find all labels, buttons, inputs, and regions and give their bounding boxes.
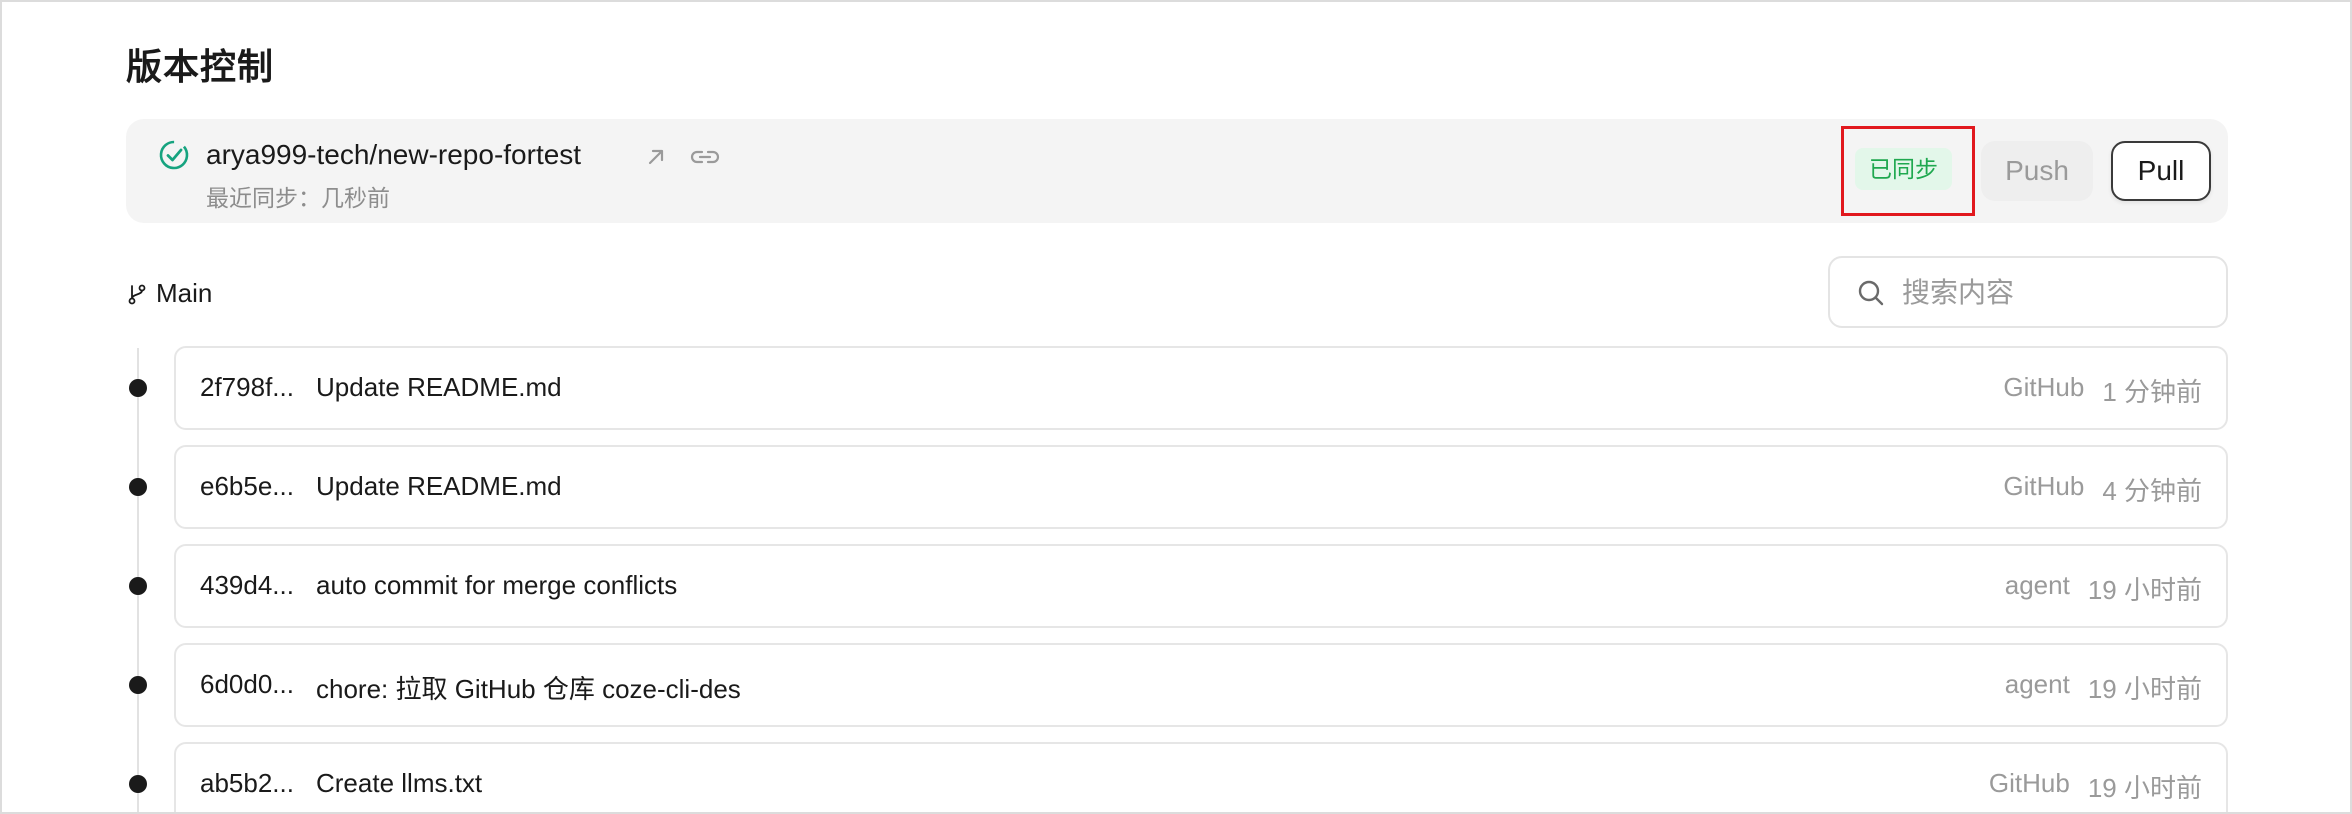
commit-meta: GitHub 4 分钟前 — [2003, 471, 2202, 508]
page-title: 版本控制 — [126, 46, 275, 87]
commit-meta: GitHub 19 小时前 — [1989, 768, 2202, 805]
commit-row[interactable]: 439d4... auto commit for merge conflicts… — [174, 544, 2228, 628]
commit-message: chore: 拉取 GitHub 仓库 coze-cli-des — [316, 674, 741, 704]
commit-message: Create llms.txt — [316, 768, 483, 798]
branch-selector[interactable]: Main — [126, 278, 212, 309]
commit-hash[interactable]: e6b5e... — [200, 471, 294, 502]
search-icon — [1858, 280, 1884, 306]
commit-time: 4 分钟前 — [2102, 476, 2202, 506]
commit-message: auto commit for merge conflicts — [316, 570, 678, 600]
commit-time: 19 小时前 — [2087, 674, 2202, 704]
commit-row[interactable]: 2f798f... Update README.md GitHub 1 分钟前 — [174, 346, 2228, 430]
commit-row[interactable]: ab5b2... Create llms.txt GitHub 19 小时前 — [174, 742, 2228, 812]
repo-name[interactable]: arya999-tech/new-repo-fortest — [206, 139, 581, 171]
commit-hash[interactable]: ab5b2... — [200, 768, 294, 799]
search-input[interactable] — [1902, 270, 2202, 316]
timeline-dot — [129, 775, 147, 793]
commit-message: Update README.md — [316, 372, 562, 402]
commit-hash[interactable]: 439d4... — [200, 570, 294, 601]
repo-card: arya999-tech/new-repo-fortest 最近同步：几秒前 已… — [126, 119, 2228, 223]
link-icon[interactable] — [688, 145, 722, 169]
push-button[interactable]: Push — [1981, 141, 2093, 201]
commit-hash[interactable]: 6d0d0... — [200, 669, 294, 700]
commit-time: 19 小时前 — [2087, 575, 2202, 605]
commit-author: agent — [2004, 570, 2070, 600]
commit-meta: agent 19 小时前 — [2005, 570, 2202, 607]
commit-author: GitHub — [2003, 372, 2085, 402]
commit-hash[interactable]: 2f798f... — [200, 372, 294, 403]
check-circle-icon — [159, 140, 189, 170]
timeline-dot — [129, 379, 147, 397]
commit-time: 1 分钟前 — [2102, 377, 2202, 407]
commit-row[interactable]: e6b5e... Update README.md GitHub 4 分钟前 — [174, 445, 2228, 529]
commit-row[interactable]: 6d0d0... chore: 拉取 GitHub 仓库 coze-cli-de… — [174, 643, 2228, 727]
commit-author: agent — [2004, 669, 2070, 699]
commit-message: Update README.md — [316, 471, 562, 501]
commit-meta: GitHub 1 分钟前 — [2003, 372, 2202, 409]
search-box[interactable] — [1828, 256, 2228, 328]
pull-button[interactable]: Pull — [2111, 141, 2211, 201]
timeline-dot — [129, 478, 147, 496]
branch-name: Main — [156, 278, 213, 308]
timeline-dot — [129, 676, 147, 694]
commit-time: 19 小时前 — [2087, 773, 2202, 803]
status-badge: 已同步 — [1855, 148, 1952, 190]
timeline-dot — [129, 577, 147, 595]
git-branch-icon — [128, 284, 146, 304]
version-control-panel: 版本控制 arya999-tech/new-repo-fortest 最近同步：… — [0, 0, 2352, 814]
commit-meta: agent 19 小时前 — [2005, 669, 2202, 706]
commit-author: GitHub — [2003, 471, 2085, 501]
commit-author: GitHub — [1988, 768, 2070, 798]
external-link-icon[interactable] — [644, 145, 668, 169]
last-sync-text: 最近同步：几秒前 — [206, 185, 390, 211]
